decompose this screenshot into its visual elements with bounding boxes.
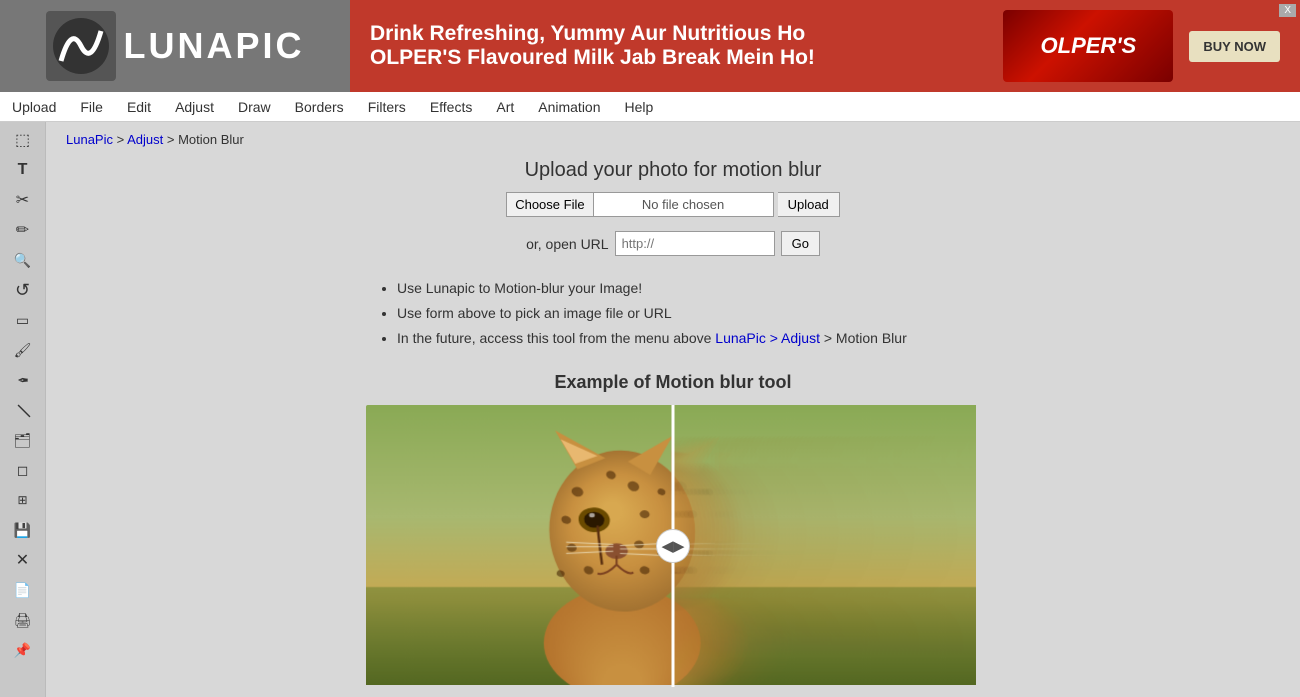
divider-handle[interactable]: ◀▶ [656, 529, 690, 563]
layers-tool[interactable]: ⊞ [6, 486, 40, 514]
left-toolbar: ⬚ T ✂ ✏ 🔍 ↺ ▭ 🖌 ✒ | 🗂 ◻ ⊞ 💾 ✕ 📄 🖨 📌 [0, 122, 46, 697]
eraser-tool[interactable]: ◻ [6, 456, 40, 484]
breadcrumb-sep2: > [167, 132, 178, 147]
print-tool[interactable]: 🖨 [6, 606, 40, 634]
nav-file[interactable]: File [68, 93, 115, 121]
close-tool[interactable]: ✕ [6, 546, 40, 574]
ad-text: Drink Refreshing, Yummy Aur Nutritious H… [370, 22, 815, 70]
nav-help[interactable]: Help [613, 93, 666, 121]
ad-close-btn[interactable]: X [1279, 4, 1296, 17]
nav-draw[interactable]: Draw [226, 93, 283, 121]
split-image-container: ◀▶ [366, 405, 980, 687]
pencil-tool[interactable]: ✏ [6, 216, 40, 244]
go-button[interactable]: Go [781, 231, 820, 256]
breadcrumb-lunapic[interactable]: LunaPic [66, 132, 113, 147]
ad-line1: Drink Refreshing, Yummy Aur Nutritious H… [370, 22, 815, 46]
ad-buy-btn[interactable]: BUY NOW [1189, 31, 1280, 62]
choose-file-button[interactable]: Choose File [506, 192, 593, 217]
url-input[interactable] [615, 231, 775, 256]
breadcrumb-adjust[interactable]: Adjust [127, 132, 163, 147]
url-row: or, open URL Go [66, 231, 1280, 256]
header: LUNAPIC X Drink Refreshing, Yummy Aur Nu… [0, 0, 1300, 92]
instruction-2: Use form above to pick an image file or … [397, 301, 993, 326]
ad-line2: OLPER'S Flavoured Milk Jab Break Mein Ho… [370, 46, 815, 70]
navbar: Upload File Edit Adjust Draw Borders Fil… [0, 92, 1300, 122]
rotate-tool[interactable]: ↺ [6, 276, 40, 304]
logo-area: LUNAPIC [0, 0, 350, 92]
crop-tool[interactable]: ▭ [6, 306, 40, 334]
upload-form: Choose File No file chosen Upload [66, 192, 1280, 217]
ad-product-image: OLPER'S [1003, 10, 1173, 82]
upload-title: Upload your photo for motion blur [66, 159, 1280, 182]
nav-borders[interactable]: Borders [283, 93, 356, 121]
text-tool[interactable]: T [6, 156, 40, 184]
example-title: Example of Motion blur tool [66, 372, 1280, 393]
paint-bucket-tool[interactable]: 🖌 [6, 336, 40, 364]
or-open-url-label: or, open URL [526, 236, 609, 252]
logo-text: LUNAPIC [124, 25, 305, 67]
instruction-3: In the future, access this tool from the… [397, 326, 993, 351]
upload-section: Upload your photo for motion blur Choose… [66, 159, 1280, 256]
save-tool[interactable]: 💾 [6, 516, 40, 544]
breadcrumb-sep1: > [117, 132, 128, 147]
nav-effects[interactable]: Effects [418, 93, 485, 121]
nav-adjust[interactable]: Adjust [163, 93, 226, 121]
file-name-display: No file chosen [594, 192, 774, 217]
breadcrumb-current: Motion Blur [178, 132, 244, 147]
main-layout: ⬚ T ✂ ✏ 🔍 ↺ ▭ 🖌 ✒ | 🗂 ◻ ⊞ 💾 ✕ 📄 🖨 📌 Luna… [0, 122, 1300, 697]
instructions: Use Lunapic to Motion-blur your Image! U… [353, 276, 993, 352]
upload-button[interactable]: Upload [778, 192, 840, 217]
select-tool[interactable]: ⬚ [6, 126, 40, 154]
share-tool[interactable]: 📌 [6, 636, 40, 664]
logo-icon [46, 11, 116, 81]
page-tool[interactable]: 📄 [6, 576, 40, 604]
instruction-link[interactable]: LunaPic > Adjust [715, 330, 820, 346]
nav-animation[interactable]: Animation [526, 93, 612, 121]
nav-upload[interactable]: Upload [0, 93, 68, 121]
nav-filters[interactable]: Filters [356, 93, 418, 121]
content-area: LunaPic > Adjust > Motion Blur Upload yo… [46, 122, 1300, 697]
breadcrumb: LunaPic > Adjust > Motion Blur [66, 132, 1280, 147]
nav-edit[interactable]: Edit [115, 93, 163, 121]
scissors-tool[interactable]: ✂ [6, 186, 40, 214]
example-section: Example of Motion blur tool ◀▶ [66, 372, 1280, 687]
nav-art[interactable]: Art [484, 93, 526, 121]
instruction-1: Use Lunapic to Motion-blur your Image! [397, 276, 993, 301]
ad-banner: X Drink Refreshing, Yummy Aur Nutritious… [350, 0, 1300, 92]
zoom-tool[interactable]: 🔍 [6, 246, 40, 274]
